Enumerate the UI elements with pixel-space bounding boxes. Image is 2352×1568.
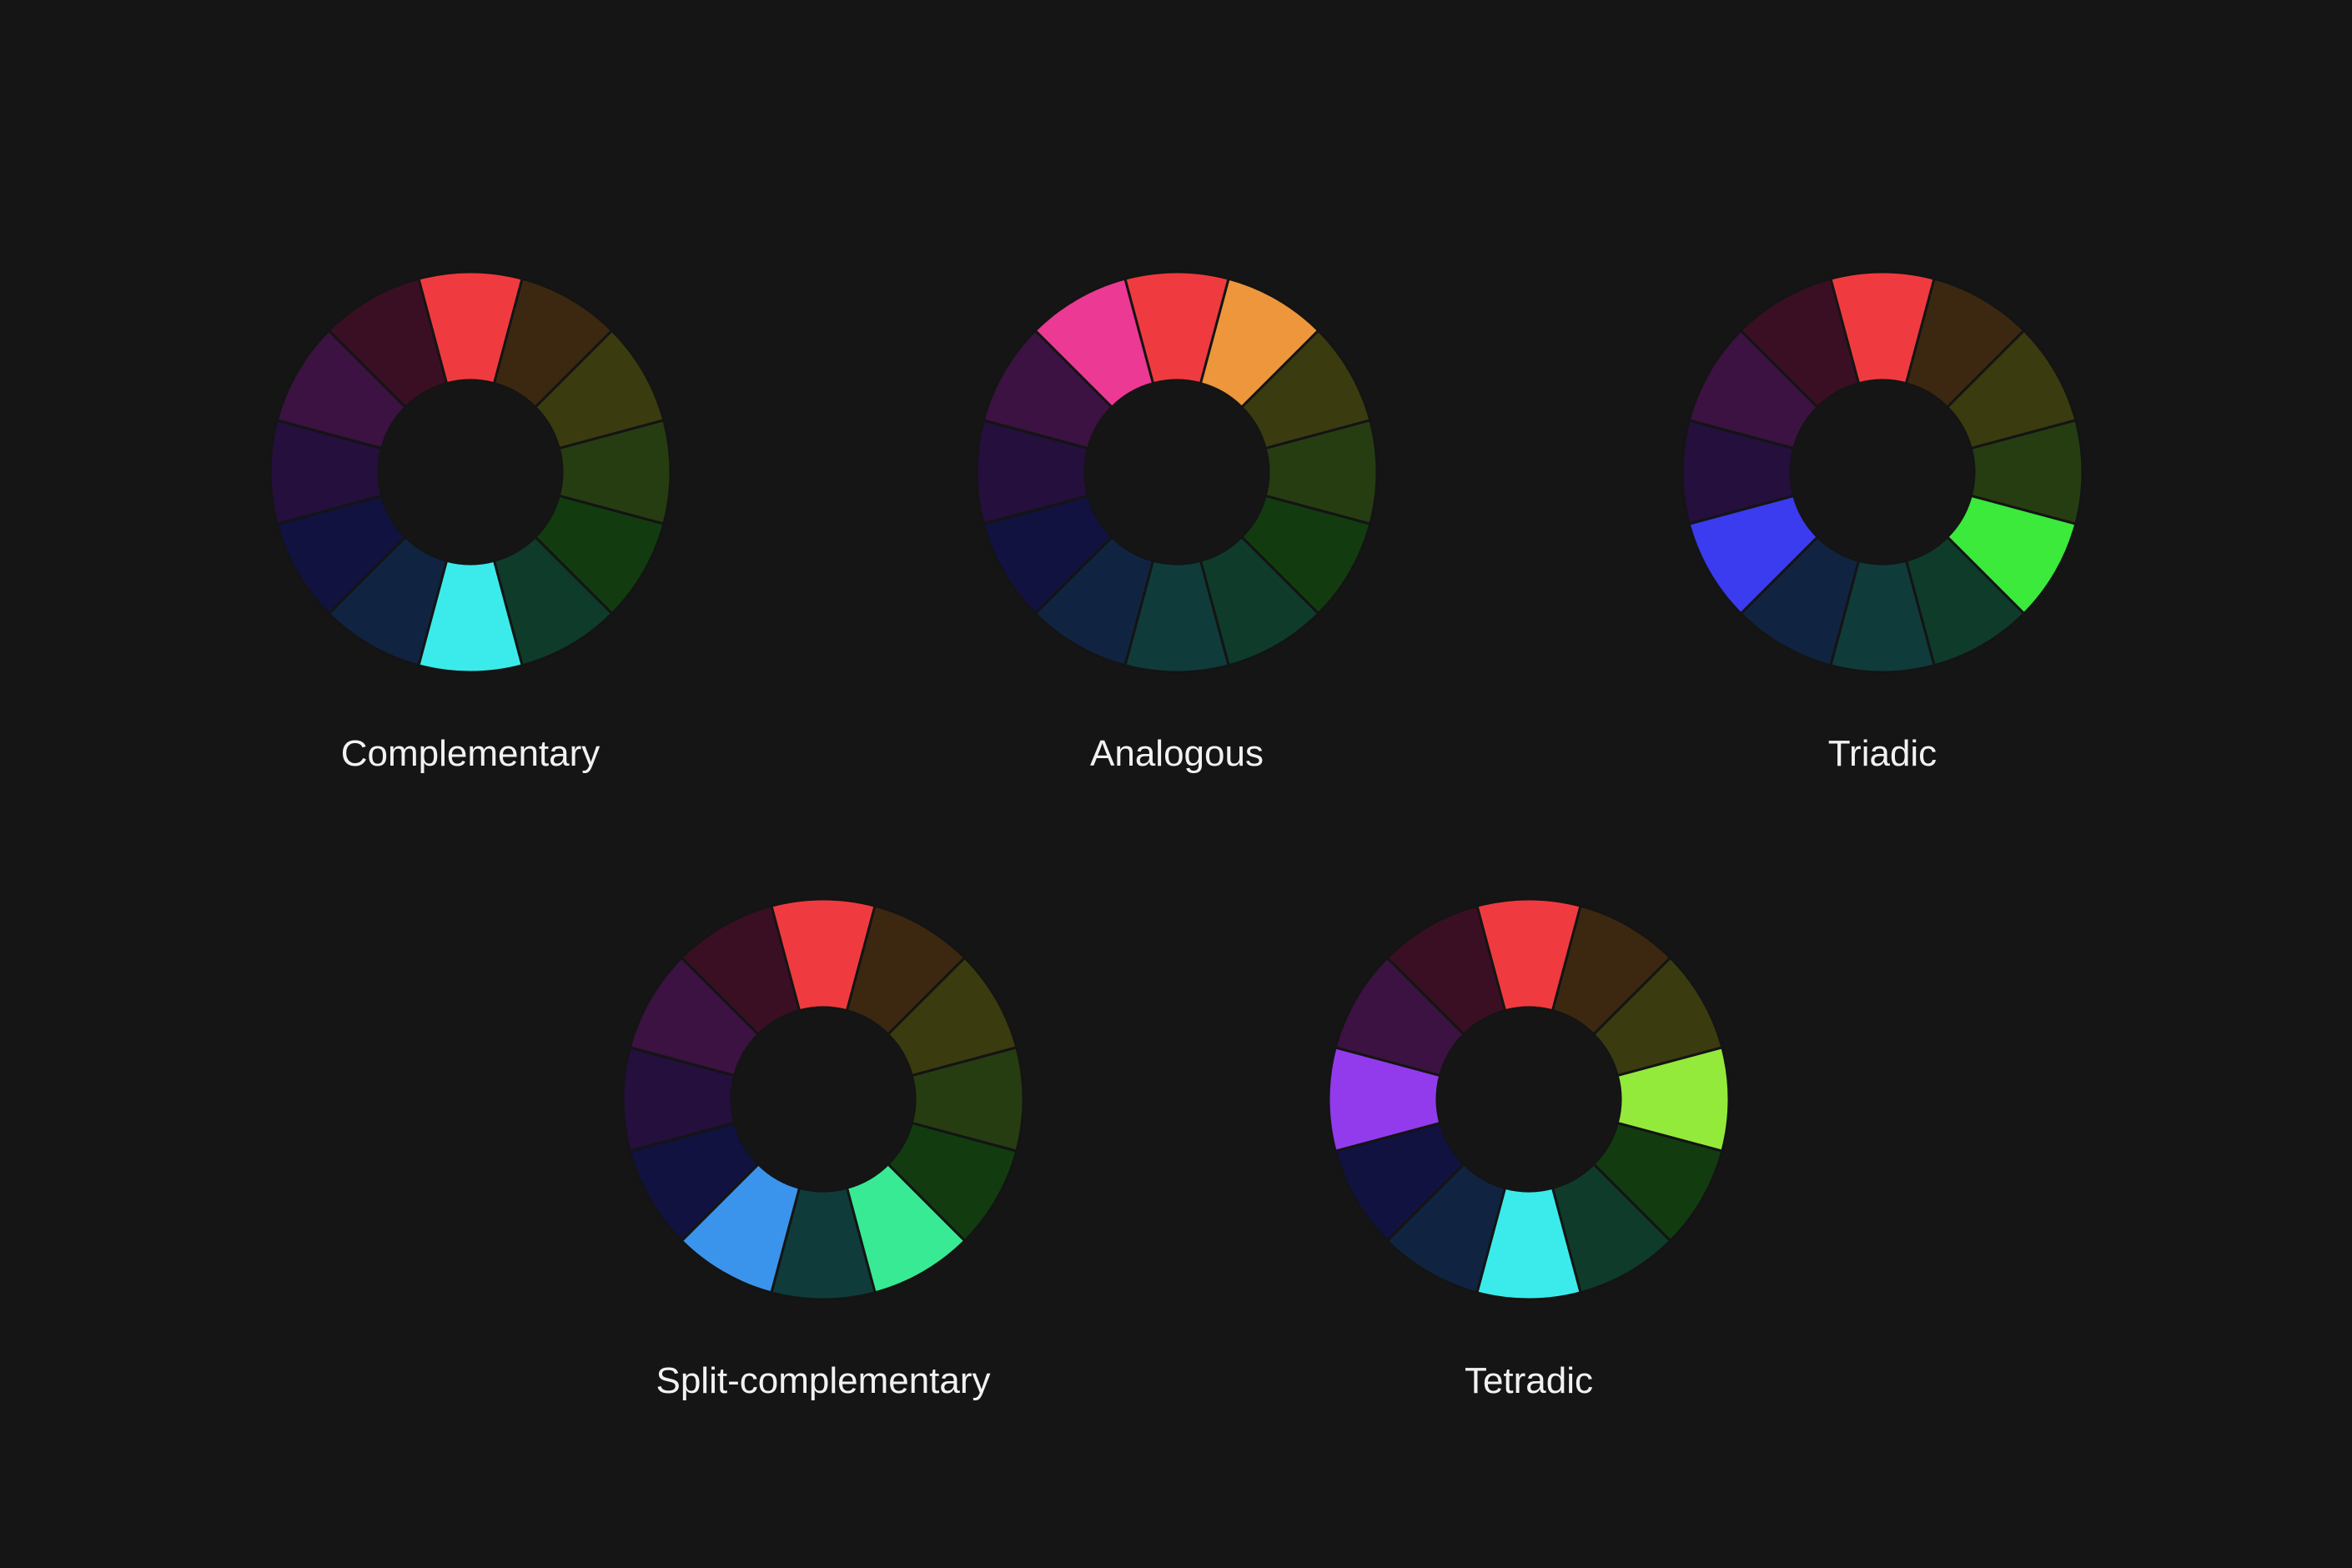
wheel-center [731, 1008, 915, 1191]
color-harmony-diagram: Complementary Analogous Triadic Split-co… [0, 0, 2352, 1568]
harmony-triadic: Triadic [1632, 270, 2133, 856]
harmony-tetradic: Tetradic [1279, 897, 1779, 1483]
wheel-center [1791, 380, 1974, 564]
wheel-center [379, 380, 562, 564]
harmony-label-analogous: Analogous [1090, 733, 1264, 774]
harmony-label-split-complementary: Split-complementary [656, 1360, 991, 1401]
harmony-label-complementary: Complementary [340, 733, 601, 774]
harmony-label-tetradic: Tetradic [1464, 1360, 1594, 1401]
color-wheel-analogous [975, 270, 1379, 674]
harmony-label-triadic: Triadic [1827, 733, 1937, 774]
harmony-split-complementary: Split-complementary [573, 897, 1073, 1483]
wheel-center [1085, 380, 1269, 564]
color-wheel-triadic [1681, 270, 2084, 674]
color-wheel-split-complementary [621, 897, 1025, 1301]
color-wheel-complementary [269, 270, 672, 674]
harmony-analogous: Analogous [927, 270, 1427, 856]
wheel-center [1437, 1008, 1621, 1191]
color-wheel-tetradic [1327, 897, 1731, 1301]
harmony-complementary: Complementary [220, 270, 721, 856]
